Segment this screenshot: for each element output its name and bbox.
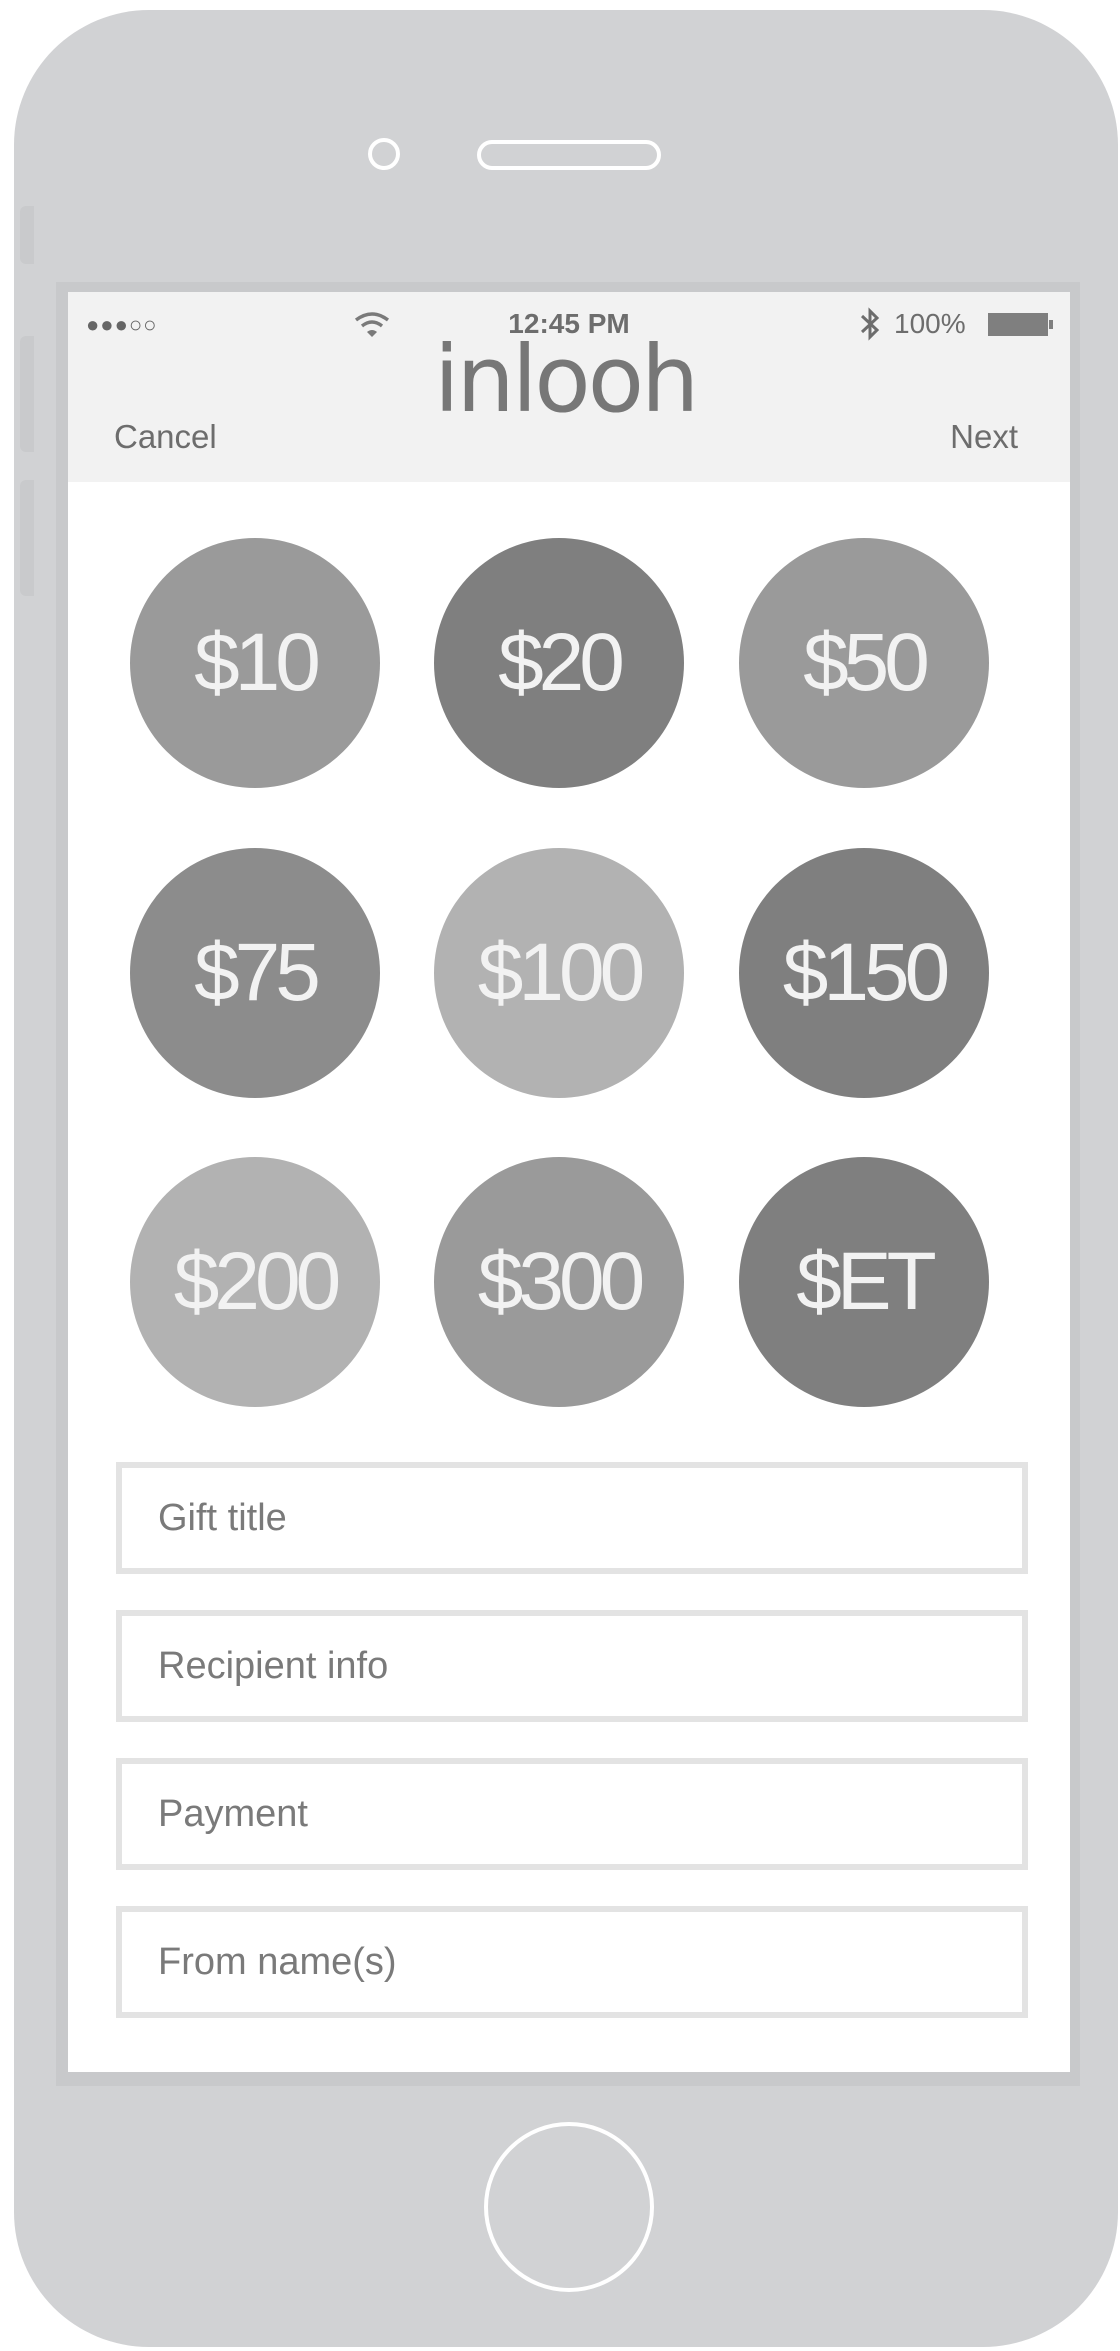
mute-switch: [20, 206, 34, 264]
amount-option[interactable]: $150: [739, 848, 989, 1098]
from-names-input[interactable]: [122, 1912, 1022, 2012]
home-button[interactable]: [484, 2122, 654, 2292]
from-names-field[interactable]: [116, 1906, 1028, 2018]
cancel-button[interactable]: Cancel: [114, 418, 217, 456]
payment-field[interactable]: [116, 1758, 1028, 1870]
volume-up-button: [20, 336, 34, 452]
amount-option[interactable]: $75: [130, 848, 380, 1098]
app-logo: inlooh: [434, 326, 699, 433]
next-button[interactable]: Next: [950, 418, 1018, 456]
battery-icon: [988, 313, 1053, 336]
amount-option[interactable]: $10: [130, 538, 380, 788]
recipient-info-field[interactable]: [116, 1610, 1028, 1722]
app-screen: ●●●○○ 12:45 PM 100% inlooh Cancel Next $…: [68, 292, 1070, 2072]
earpiece-speaker: [477, 140, 661, 170]
gift-title-input[interactable]: [122, 1468, 1022, 1568]
amount-option[interactable]: $20: [434, 538, 684, 788]
amount-option[interactable]: $50: [739, 538, 989, 788]
amount-option[interactable]: $300: [434, 1157, 684, 1407]
amount-option[interactable]: $ET: [739, 1157, 989, 1407]
gift-title-field[interactable]: [116, 1462, 1028, 1574]
battery-percent: 100%: [894, 308, 966, 339]
bluetooth-icon: [860, 307, 880, 341]
payment-input[interactable]: [122, 1764, 1022, 1864]
amount-option[interactable]: $200: [130, 1157, 380, 1407]
front-camera: [368, 138, 400, 170]
amount-option[interactable]: $100: [434, 848, 684, 1098]
recipient-info-input[interactable]: [122, 1616, 1022, 1716]
volume-down-button: [20, 480, 34, 596]
top-bar: ●●●○○ 12:45 PM 100% inlooh Cancel Next: [68, 292, 1070, 482]
